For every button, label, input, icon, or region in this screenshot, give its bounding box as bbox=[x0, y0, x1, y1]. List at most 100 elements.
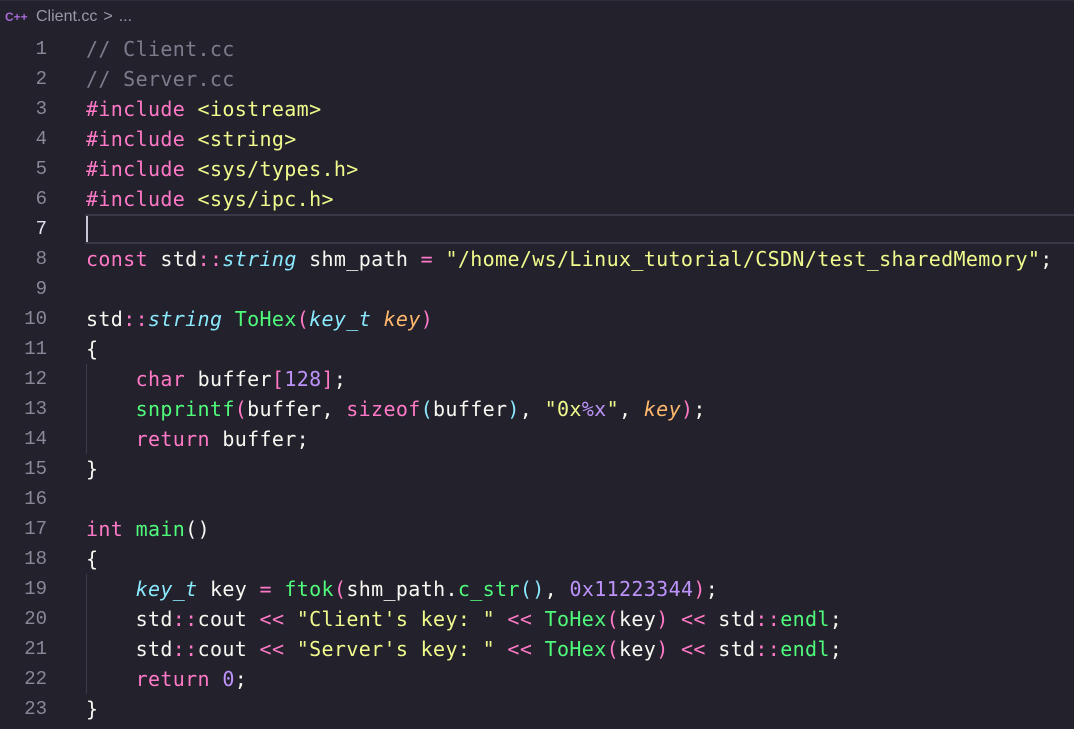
operator: << bbox=[681, 607, 706, 631]
breadcrumb-more[interactable]: ... bbox=[119, 8, 132, 26]
keyword: char bbox=[135, 367, 186, 391]
operator: = bbox=[259, 577, 272, 601]
keyword: return bbox=[135, 667, 210, 691]
brace: } bbox=[86, 457, 99, 481]
line-number: 11 bbox=[24, 338, 47, 360]
keyword: int bbox=[86, 517, 124, 541]
identifier: key bbox=[619, 607, 657, 631]
string-literal: "/home/ws/Linux_tutorial/CSDN/test_share… bbox=[445, 247, 1041, 271]
code-line: 18 { bbox=[0, 544, 1074, 574]
cpp-file-icon: C++ bbox=[5, 10, 28, 24]
punctuation: ; bbox=[234, 667, 248, 691]
namespace: std bbox=[135, 607, 173, 631]
function-name: c_str bbox=[457, 577, 520, 601]
preprocessor-directive: #include bbox=[86, 187, 186, 211]
bracket: ( bbox=[234, 397, 248, 421]
format-specifier: %x bbox=[581, 397, 607, 421]
operator: << bbox=[259, 607, 285, 631]
comment: // Server.cc bbox=[86, 67, 235, 91]
type: key_t bbox=[309, 307, 372, 331]
namespace: std bbox=[718, 607, 756, 631]
punctuation: ; bbox=[1040, 247, 1053, 271]
scope-operator: :: bbox=[755, 607, 781, 631]
bracket: ( bbox=[606, 637, 619, 661]
identifier: buffer; bbox=[209, 427, 310, 451]
punctuation: ; bbox=[829, 607, 843, 631]
code-line: 15 } bbox=[0, 454, 1074, 484]
bracket: ) bbox=[420, 307, 434, 331]
bracket: ) bbox=[656, 607, 669, 631]
identifier: buffer bbox=[433, 397, 508, 421]
line-number: 22 bbox=[24, 668, 47, 690]
code-line: 19 key_t key = ftok(shm_path.c_str(), 0x… bbox=[0, 574, 1074, 604]
bracket: ( bbox=[333, 577, 347, 601]
string-literal: "Server's key: " bbox=[296, 637, 496, 661]
function-name: ToHex bbox=[544, 607, 607, 631]
bracket: () bbox=[519, 577, 545, 601]
code-line: 5 #include <sys/types.h> bbox=[0, 154, 1074, 184]
punctuation: ; bbox=[829, 637, 843, 661]
code-line: 16 bbox=[0, 484, 1074, 514]
bracket: ( bbox=[296, 307, 310, 331]
code-line: 23 } bbox=[0, 694, 1074, 724]
code-line: 1 // Client.cc bbox=[0, 34, 1074, 64]
brace: { bbox=[86, 337, 99, 361]
namespace: std bbox=[86, 307, 124, 331]
string-literal: "Client's key: " bbox=[296, 607, 496, 631]
line-number: 21 bbox=[24, 638, 47, 660]
bracket: ] bbox=[321, 367, 334, 391]
code-line: 10 std::string ToHex(key_t key) bbox=[0, 304, 1074, 334]
function-name: ftok bbox=[284, 577, 334, 601]
bracket: ) bbox=[656, 637, 669, 661]
breadcrumb-file[interactable]: Client.cc bbox=[36, 8, 97, 26]
brace: { bbox=[86, 547, 99, 571]
operator: << bbox=[507, 637, 533, 661]
identifier: cout bbox=[197, 607, 248, 631]
include-header: <string> bbox=[197, 127, 297, 151]
scope-operator: :: bbox=[172, 637, 198, 661]
include-header: <sys/ipc.h> bbox=[197, 187, 334, 211]
bracket: () bbox=[185, 517, 210, 541]
line-number: 19 bbox=[24, 578, 47, 600]
keyword: const bbox=[86, 247, 148, 271]
line-number: 8 bbox=[35, 248, 47, 270]
operator: << bbox=[259, 637, 285, 661]
function-name: main bbox=[135, 517, 186, 541]
code-line: 11 { bbox=[0, 334, 1074, 364]
scope-operator: :: bbox=[123, 307, 148, 331]
type: string bbox=[147, 307, 223, 331]
number-literal: 128 bbox=[284, 367, 322, 391]
line-number: 7 bbox=[35, 218, 47, 240]
punctuation: ; bbox=[693, 397, 706, 421]
type: string bbox=[222, 247, 297, 271]
code-line: 14 return buffer; bbox=[0, 424, 1074, 454]
number-literal: 0 bbox=[222, 667, 235, 691]
keyword: return bbox=[135, 427, 210, 451]
code-line: 13 snprintf(buffer, sizeof(buffer), "0x%… bbox=[0, 394, 1074, 424]
parameter: key bbox=[383, 307, 421, 331]
line-number: 9 bbox=[35, 278, 47, 300]
code-line: 2 // Server.cc bbox=[0, 64, 1074, 94]
line-number: 17 bbox=[24, 518, 47, 540]
line-number: 16 bbox=[24, 488, 47, 510]
code-line-current: 7 bbox=[0, 214, 1074, 244]
punctuation: , bbox=[618, 397, 644, 421]
identifier: key bbox=[209, 577, 248, 601]
identifier: buffer bbox=[197, 367, 272, 391]
brace: } bbox=[86, 697, 99, 721]
function-name: endl bbox=[780, 637, 830, 661]
identifier: shm_path. bbox=[346, 577, 458, 601]
text-cursor bbox=[86, 216, 88, 242]
line-number: 12 bbox=[24, 368, 47, 390]
preprocessor-directive: #include bbox=[86, 97, 186, 121]
function-name: ToHex bbox=[234, 307, 297, 331]
punctuation: ; bbox=[333, 367, 347, 391]
scope-operator: :: bbox=[755, 637, 781, 661]
code-line: 9 bbox=[0, 274, 1074, 304]
bracket: ) bbox=[680, 397, 694, 421]
punctuation: , bbox=[519, 397, 545, 421]
operator: << bbox=[681, 637, 706, 661]
line-number: 4 bbox=[35, 128, 47, 150]
function-name: ToHex bbox=[544, 637, 607, 661]
code-editor[interactable]: 1 // Client.cc 2 // Server.cc 3 #include… bbox=[0, 34, 1074, 729]
